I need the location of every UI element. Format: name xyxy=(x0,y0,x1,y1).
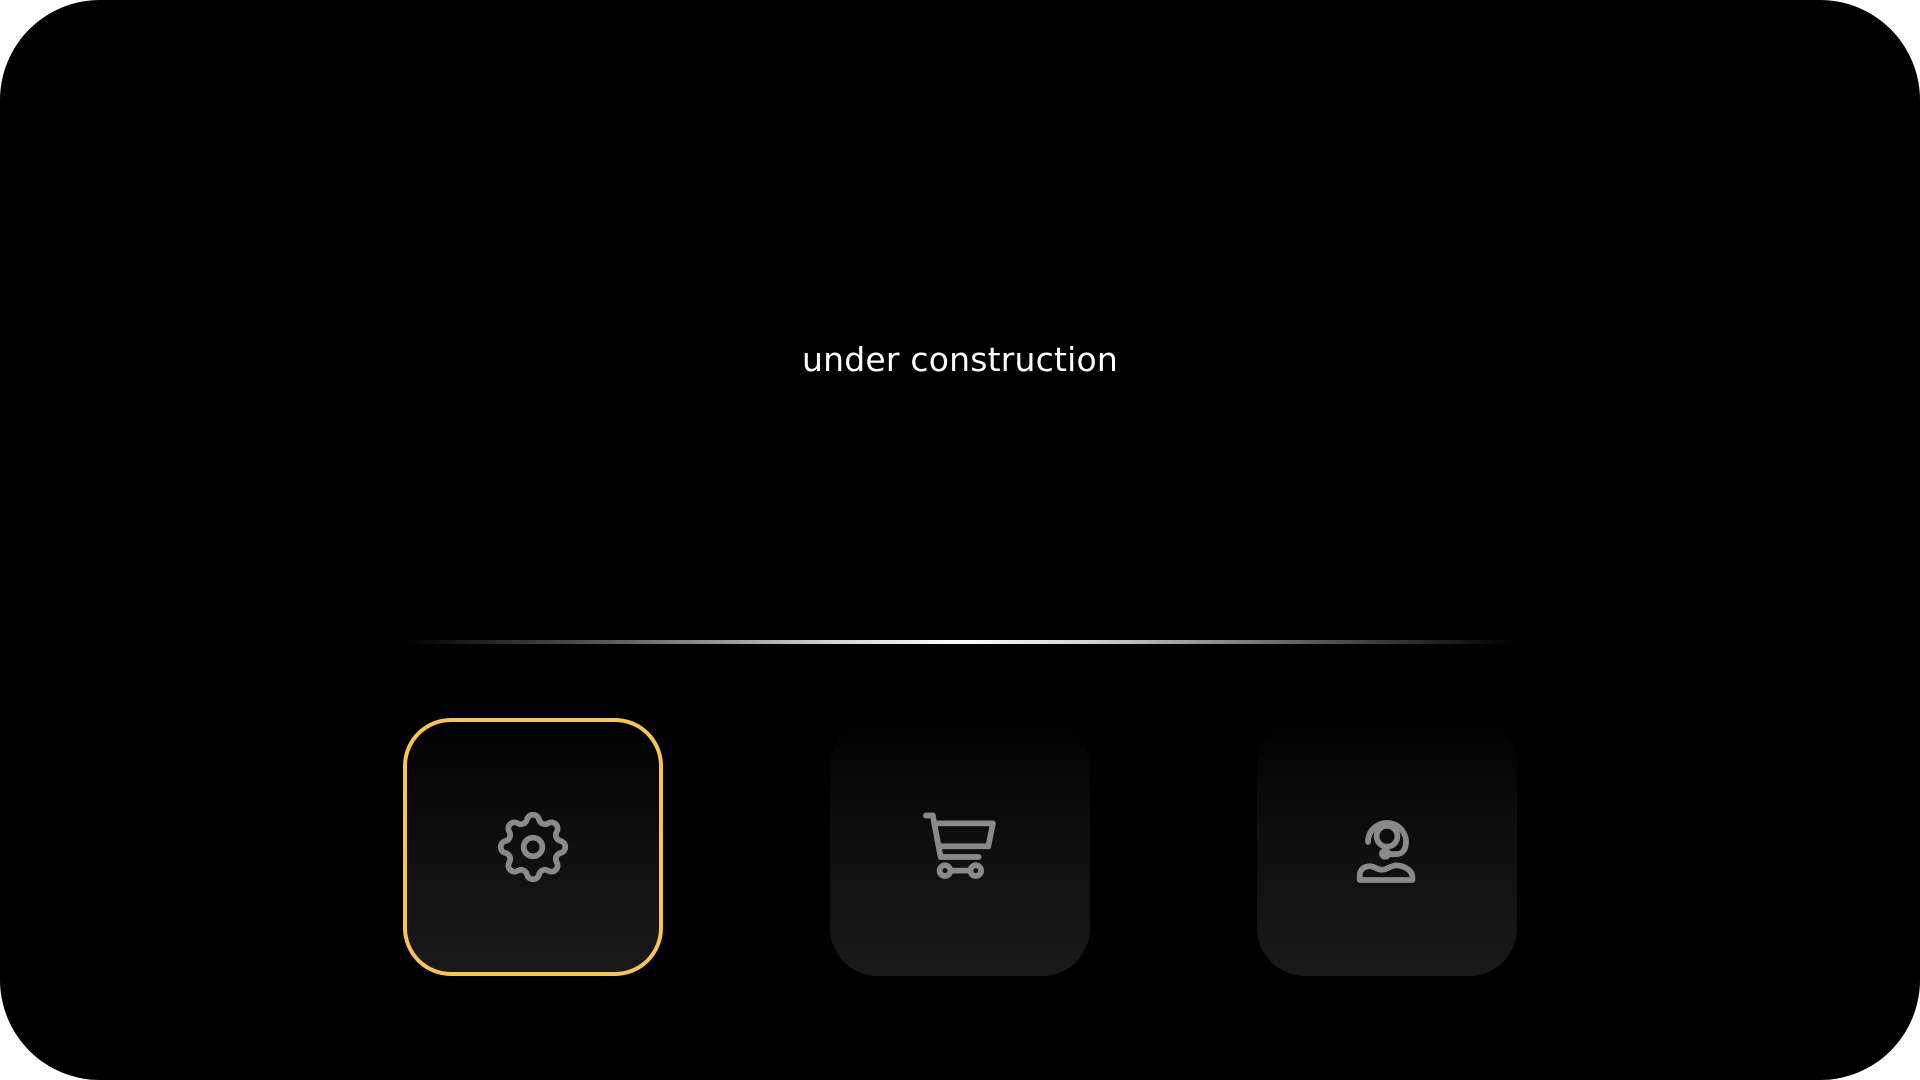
glow-divider xyxy=(405,640,1515,644)
support-agent-icon xyxy=(1356,820,1416,883)
gear-icon xyxy=(497,811,569,883)
under-construction-message: under construction xyxy=(802,340,1118,379)
shopping-cart-tile[interactable] xyxy=(830,718,1090,976)
app-screen: under construction xyxy=(0,0,1920,1080)
settings-tile[interactable] xyxy=(403,718,663,976)
shopping-cart-icon xyxy=(923,812,996,879)
support-tile[interactable] xyxy=(1257,718,1517,976)
